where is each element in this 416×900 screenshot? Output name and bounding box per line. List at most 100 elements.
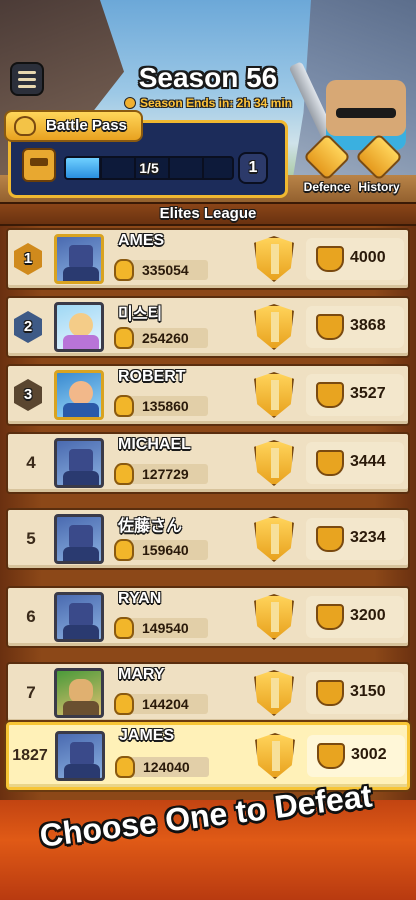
history-button[interactable]: History <box>354 132 404 194</box>
score-value: 254260 <box>142 330 189 346</box>
shield-icon <box>302 132 352 182</box>
avatar <box>54 668 104 718</box>
trophy-value: 3002 <box>351 746 387 763</box>
trophy-icon <box>316 604 344 630</box>
player-name: AMES <box>118 232 165 249</box>
rank-badge: 1 <box>14 243 42 275</box>
score-pill: 335054 <box>114 259 208 281</box>
league-title: Elites League <box>0 202 416 226</box>
battle-pass-tab[interactable]: Battle Pass <box>4 110 143 142</box>
clock-icon <box>123 97 136 109</box>
score-pill: 159640 <box>114 539 208 561</box>
leaderboard-row[interactable]: 4 MICHAEL 127729 3444 <box>6 432 410 494</box>
leaderboard-row[interactable]: 1 AMES 335054 4000 <box>6 228 410 290</box>
score-pill: 124040 <box>115 756 209 778</box>
avatar <box>54 592 104 642</box>
league-shield-icon <box>254 516 294 562</box>
league-shield-icon <box>254 304 294 350</box>
fist-coin-icon <box>114 395 134 417</box>
trophy-count: 3002 <box>307 735 405 777</box>
trophy-icon <box>317 743 345 769</box>
score-pill: 135860 <box>114 395 208 417</box>
leaderboard-row[interactable]: 6 RYAN 149540 3200 <box>6 586 410 648</box>
trophy-value: 3234 <box>350 529 386 546</box>
trophy-icon <box>316 246 344 272</box>
trophy-count: 3200 <box>306 596 404 638</box>
score-value: 135860 <box>142 398 189 414</box>
leaderboard-row[interactable]: 2 미스티 254260 3868 <box>6 296 410 358</box>
crossed-swords-icon <box>354 132 404 182</box>
trophy-icon <box>316 526 344 552</box>
avatar <box>55 731 105 781</box>
trophy-value: 4000 <box>350 249 386 266</box>
trophy-icon <box>316 680 344 706</box>
leaderboard-row[interactable]: 7 MARY 144204 3150 <box>6 662 410 724</box>
trophy-icon <box>316 314 344 340</box>
fist-coin-icon <box>114 327 134 349</box>
league-shield-icon <box>254 594 294 640</box>
reward-chest-icon[interactable] <box>22 148 56 182</box>
score-value: 144204 <box>142 696 189 712</box>
player-name: ROBERT <box>118 368 186 385</box>
league-shield-icon <box>255 733 295 779</box>
fist-coin-icon <box>114 617 134 639</box>
score-value: 127729 <box>142 466 189 482</box>
leaderboard-row[interactable]: 5 佐藤さん 159640 3234 <box>6 508 410 570</box>
progress-text: 1/5 <box>139 160 159 176</box>
score-pill: 149540 <box>114 617 208 639</box>
score-value: 159640 <box>142 542 189 558</box>
trophy-value: 3200 <box>350 607 386 624</box>
battle-pass-level: 1 <box>238 152 268 184</box>
player-name: 佐藤さん <box>118 518 183 535</box>
season-timer: Season Ends in: 2h 34 min <box>0 96 416 110</box>
trophy-value: 3868 <box>350 317 386 334</box>
rank-badge: 2 <box>14 311 42 343</box>
score-pill: 254260 <box>114 327 208 349</box>
crown-icon <box>14 116 36 136</box>
rank-number: 5 <box>26 529 36 548</box>
trophy-count: 3868 <box>306 306 404 348</box>
trophy-count: 3444 <box>306 442 404 484</box>
trophy-count: 3150 <box>306 672 404 714</box>
season-timer-text: Season Ends in: 2h 34 min <box>139 96 293 110</box>
season-title: Season 56 <box>138 62 278 93</box>
score-pill: 144204 <box>114 693 208 715</box>
trophy-value: 3527 <box>350 385 386 402</box>
league-shield-icon <box>254 372 294 418</box>
trophy-icon <box>316 450 344 476</box>
trophy-value: 3444 <box>350 453 386 470</box>
league-shield-icon <box>254 440 294 486</box>
league-shield-icon <box>254 670 294 716</box>
history-label: History <box>358 180 400 194</box>
trophy-count: 4000 <box>306 238 404 280</box>
rank-number: 6 <box>26 607 36 626</box>
fist-coin-icon <box>114 539 134 561</box>
fist-coin-icon <box>114 463 134 485</box>
avatar <box>54 370 104 420</box>
league-shield-icon <box>254 236 294 282</box>
avatar <box>54 514 104 564</box>
score-value: 335054 <box>142 262 189 278</box>
player-name: RYAN <box>118 590 162 607</box>
score-value: 149540 <box>142 620 189 636</box>
player-name: 미스티 <box>118 306 163 323</box>
score-pill: 127729 <box>114 463 208 485</box>
avatar <box>54 302 104 352</box>
trophy-icon <box>316 382 344 408</box>
rank-badge: 3 <box>14 379 42 411</box>
score-value: 124040 <box>143 759 190 775</box>
battle-pass-progress-bar: 1/5 <box>64 156 234 180</box>
rank-number: 7 <box>26 683 36 702</box>
trophy-count: 3234 <box>306 518 404 560</box>
avatar <box>54 438 104 488</box>
player-name: MICHAEL <box>118 436 191 453</box>
player-name: JAMES <box>119 727 175 744</box>
fist-coin-icon <box>115 756 135 778</box>
avatar <box>54 234 104 284</box>
defence-label: Defence <box>303 180 351 194</box>
defence-button[interactable]: Defence <box>302 132 352 194</box>
fist-coin-icon <box>114 259 134 281</box>
leaderboard-row[interactable]: 3 ROBERT 135860 3527 <box>6 364 410 426</box>
rank-number: 1827 <box>12 747 48 764</box>
player-name: MARY <box>118 666 165 683</box>
